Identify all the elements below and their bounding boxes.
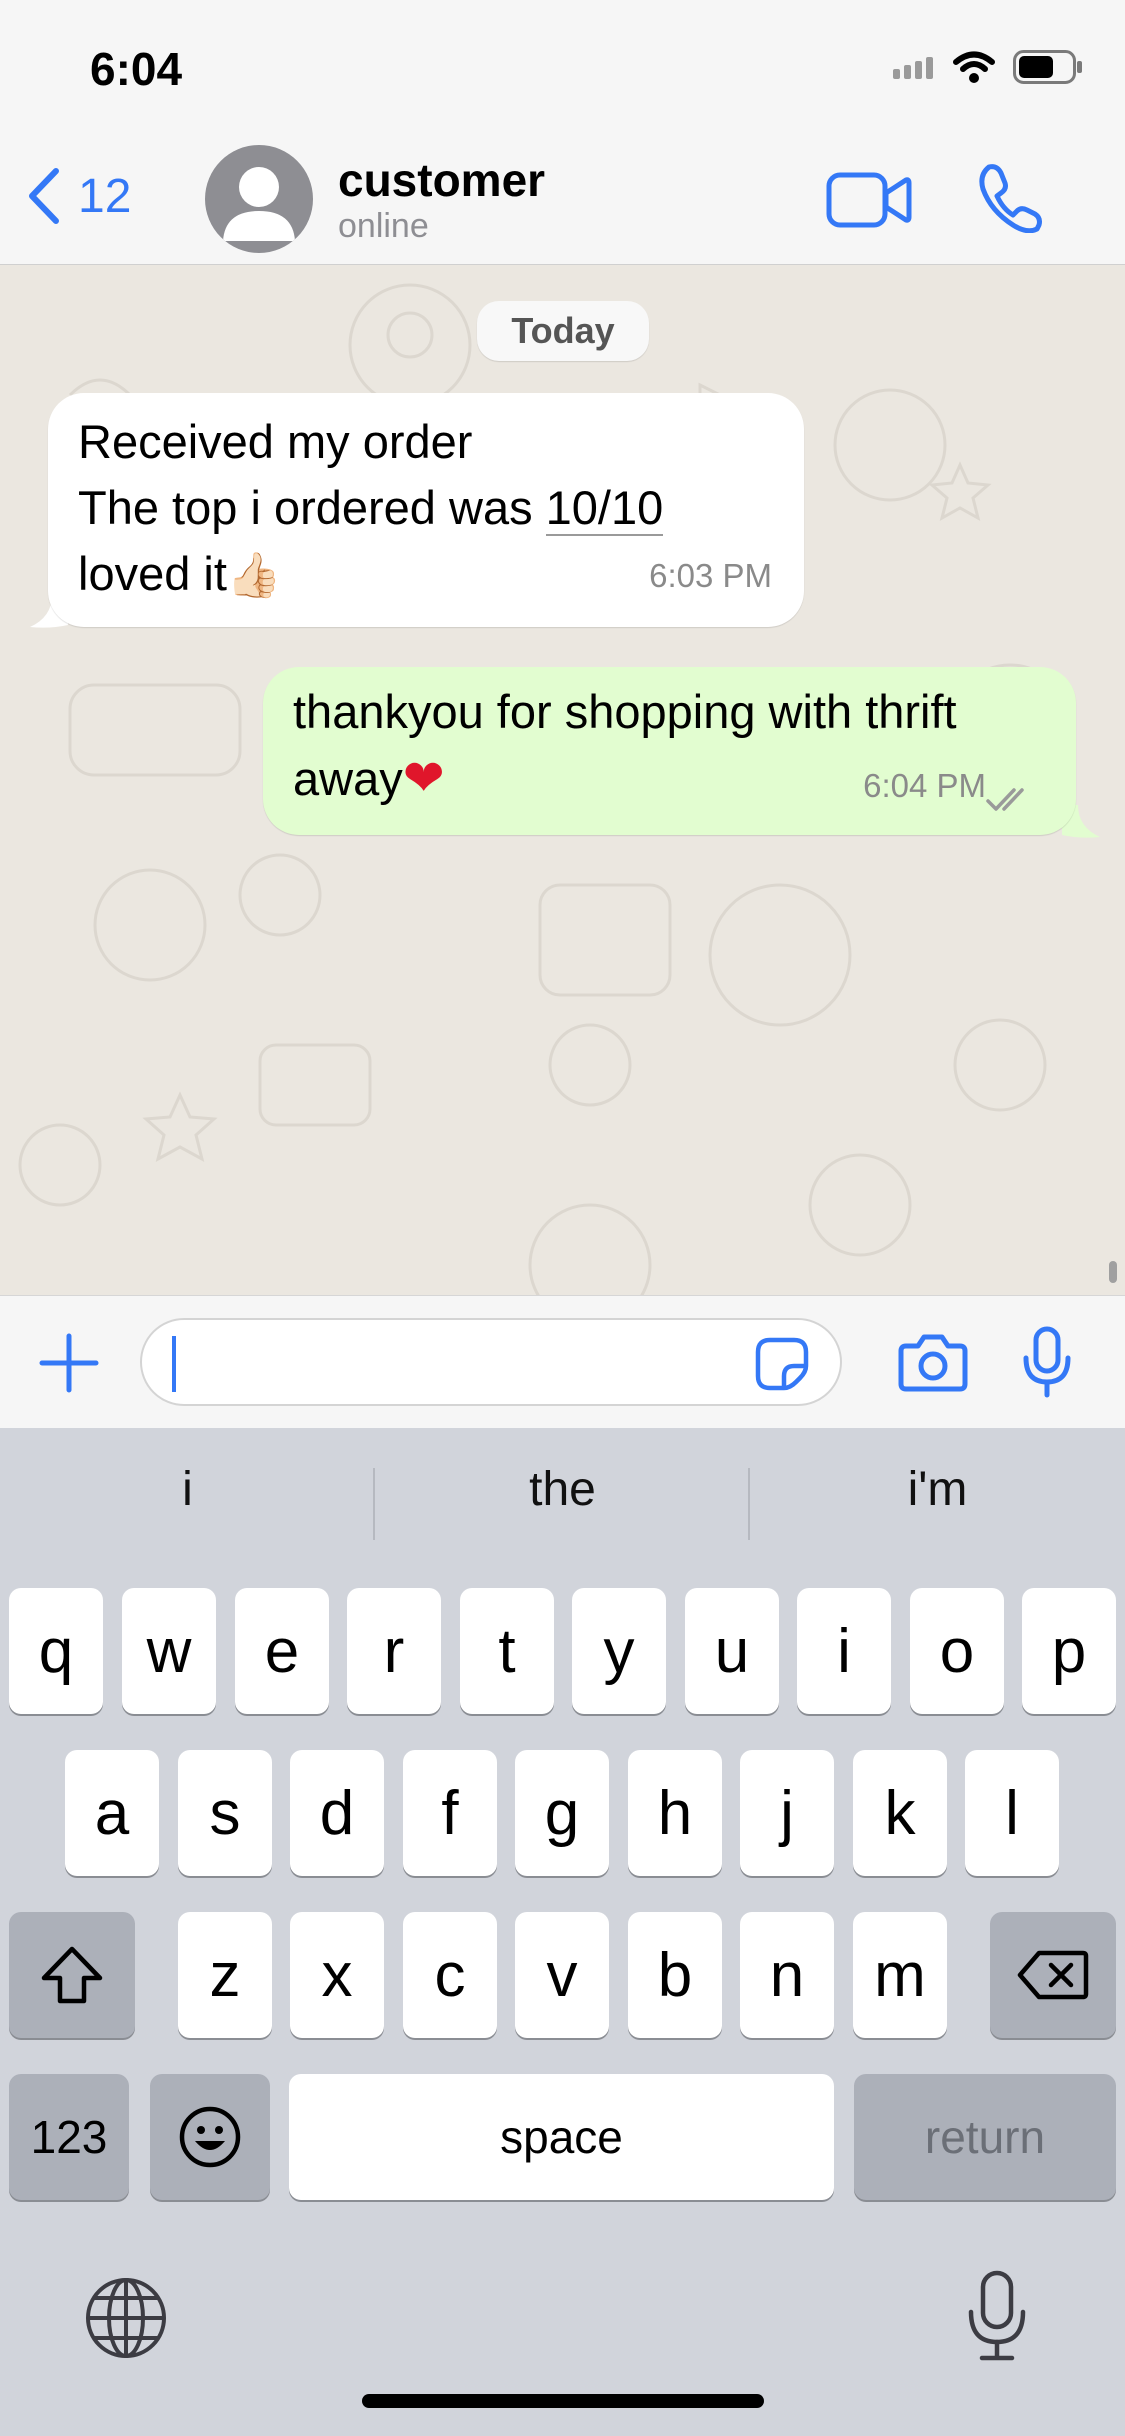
video-call-button[interactable]	[826, 165, 912, 240]
contact-name[interactable]: customer	[338, 153, 545, 207]
emoji-icon	[179, 2106, 241, 2168]
message-text: away	[293, 752, 403, 805]
space-key[interactable]: space	[289, 2074, 834, 2200]
microphone-icon	[1023, 1326, 1071, 1398]
text-caret	[172, 1336, 176, 1392]
key-d[interactable]: d	[290, 1750, 384, 1876]
phone-icon	[979, 164, 1042, 234]
suggestion-item[interactable]: the	[375, 1462, 750, 1517]
status-bar: 6:04	[0, 0, 1125, 135]
phone-call-button[interactable]	[975, 161, 1045, 238]
thumbs-up-emoji: 👍🏻	[226, 550, 282, 601]
key-r[interactable]: r	[347, 1588, 441, 1714]
back-button[interactable]: 12	[24, 165, 131, 227]
chat-area[interactable]: Today Received my order The top i ordere…	[0, 265, 1125, 1295]
message-bubble-incoming[interactable]: Received my order The top i ordered was …	[48, 393, 804, 627]
key-n[interactable]: n	[740, 1912, 834, 2038]
key-j[interactable]: j	[740, 1750, 834, 1876]
date-label: Today	[477, 301, 649, 361]
message-text: loved it	[78, 547, 227, 600]
key-w[interactable]: w	[122, 1588, 216, 1714]
back-chevron-icon	[29, 168, 59, 224]
key-l[interactable]: l	[965, 1750, 1059, 1876]
key-v[interactable]: v	[515, 1912, 609, 2038]
globe-icon	[86, 2278, 166, 2358]
sticker-button[interactable]	[754, 1336, 810, 1397]
wifi-icon	[953, 51, 995, 83]
suggestion-bar: i the i'm	[0, 1428, 1125, 1578]
unread-count: 12	[78, 169, 132, 223]
key-c[interactable]: c	[403, 1912, 497, 2038]
message-input-bar	[0, 1295, 1125, 1428]
video-call-icon	[826, 172, 912, 228]
shift-icon	[41, 1946, 103, 2004]
status-time: 6:04	[90, 43, 183, 95]
avatar[interactable]	[205, 145, 313, 253]
dictation-icon	[968, 2270, 1026, 2361]
signal-icon	[893, 57, 933, 79]
key-p[interactable]: p	[1022, 1588, 1116, 1714]
camera-button[interactable]	[898, 1334, 968, 1397]
key-o[interactable]: o	[910, 1588, 1004, 1714]
camera-icon	[898, 1334, 968, 1392]
key-q[interactable]: q	[9, 1588, 103, 1714]
key-e[interactable]: e	[235, 1588, 329, 1714]
key-y[interactable]: y	[572, 1588, 666, 1714]
message-input[interactable]	[140, 1318, 842, 1406]
key-g[interactable]: g	[515, 1750, 609, 1876]
backspace-icon	[1017, 1950, 1089, 2000]
contact-status: online	[338, 207, 429, 245]
detected-value-link[interactable]: 10/10	[545, 481, 664, 536]
scrollbar[interactable]	[1109, 1261, 1117, 1283]
sticker-icon	[755, 1337, 809, 1391]
return-key[interactable]: return	[854, 2074, 1116, 2200]
backspace-key[interactable]	[990, 1912, 1116, 2038]
key-t[interactable]: t	[460, 1588, 554, 1714]
message-line: thankyou for shopping with thrift	[293, 685, 957, 738]
chat-header: 12 customer online	[0, 135, 1125, 265]
message-line: Received my order	[78, 415, 473, 468]
plus-icon	[39, 1333, 99, 1393]
home-indicator[interactable]	[362, 2394, 764, 2408]
message-bubble-outgoing[interactable]: thankyou for shopping with thrift away❤ …	[263, 667, 1076, 835]
suggestion-item[interactable]: i	[0, 1462, 375, 1517]
key-k[interactable]: k	[853, 1750, 947, 1876]
key-b[interactable]: b	[628, 1912, 722, 2038]
key-x[interactable]: x	[290, 1912, 384, 2038]
attach-button[interactable]	[38, 1332, 100, 1399]
shift-key[interactable]	[9, 1912, 135, 2038]
key-z[interactable]: z	[178, 1912, 272, 2038]
emoji-key[interactable]	[150, 2074, 270, 2200]
key-h[interactable]: h	[628, 1750, 722, 1876]
key-u[interactable]: u	[685, 1588, 779, 1714]
suggestion-item[interactable]: i'm	[750, 1462, 1125, 1517]
avatar-icon	[223, 167, 295, 241]
numbers-key[interactable]: 123	[9, 2074, 129, 2200]
dictation-button[interactable]	[966, 2270, 1028, 2367]
key-s[interactable]: s	[178, 1750, 272, 1876]
heart-emoji: ❤	[402, 749, 445, 807]
key-m[interactable]: m	[853, 1912, 947, 2038]
globe-button[interactable]	[84, 2276, 168, 2365]
status-icons	[893, 50, 1083, 84]
message-time: 6:03 PM	[649, 557, 772, 594]
voice-message-button[interactable]	[1022, 1326, 1072, 1403]
double-check-icon	[986, 788, 1024, 811]
key-a[interactable]: a	[65, 1750, 159, 1876]
message-text: The top i ordered was	[78, 481, 546, 534]
battery-icon	[1013, 50, 1082, 84]
keyboard: i the i'm q w e r t y u i o p a s d f g …	[0, 1428, 1125, 2436]
message-time: 6:04 PM	[863, 767, 986, 804]
key-i[interactable]: i	[797, 1588, 891, 1714]
key-f[interactable]: f	[403, 1750, 497, 1876]
message-line: The top i ordered was 10/10	[78, 475, 774, 541]
